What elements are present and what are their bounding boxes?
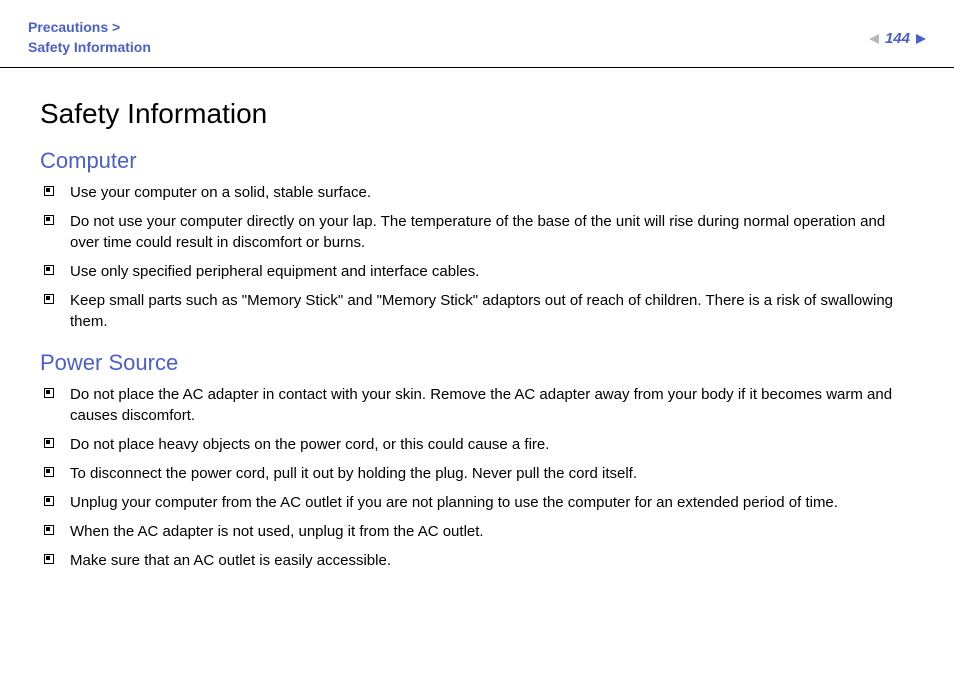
- list-item: Unplug your computer from the AC outlet …: [40, 492, 914, 513]
- list-item-text: Do not place heavy objects on the power …: [70, 436, 549, 453]
- list-item-text: To disconnect the power cord, pull it ou…: [70, 465, 637, 482]
- list-item-text: Make sure that an AC outlet is easily ac…: [70, 552, 391, 569]
- list-item: Do not use your computer directly on you…: [40, 211, 914, 253]
- bullet-icon: [44, 186, 54, 196]
- list-item-text: Do not use your computer directly on you…: [70, 213, 885, 251]
- page-navigation: 144: [869, 18, 926, 47]
- page-number: 144: [885, 30, 910, 47]
- list-item: When the AC adapter is not used, unplug …: [40, 521, 914, 542]
- list-item-text: Unplug your computer from the AC outlet …: [70, 494, 838, 511]
- prev-page-icon[interactable]: [869, 34, 879, 44]
- bullet-icon: [44, 525, 54, 535]
- breadcrumb-line-1: Precautions >: [28, 19, 120, 35]
- list-item: Use your computer on a solid, stable sur…: [40, 182, 914, 203]
- section-heading-power-source: Power Source: [40, 350, 914, 376]
- page-header: Precautions > Safety Information 144: [0, 0, 954, 68]
- computer-list: Use your computer on a solid, stable sur…: [40, 182, 914, 332]
- breadcrumb-line-2: Safety Information: [28, 39, 151, 55]
- list-item: Use only specified peripheral equipment …: [40, 261, 914, 282]
- list-item: Make sure that an AC outlet is easily ac…: [40, 550, 914, 571]
- list-item-text: Use your computer on a solid, stable sur…: [70, 184, 371, 201]
- bullet-icon: [44, 388, 54, 398]
- list-item-text: Use only specified peripheral equipment …: [70, 263, 479, 280]
- list-item-text: Keep small parts such as "Memory Stick" …: [70, 292, 893, 330]
- list-item: Keep small parts such as "Memory Stick" …: [40, 290, 914, 332]
- next-page-icon[interactable]: [916, 34, 926, 44]
- list-item-text: Do not place the AC adapter in contact w…: [70, 386, 892, 424]
- bullet-icon: [44, 467, 54, 477]
- list-item: To disconnect the power cord, pull it ou…: [40, 463, 914, 484]
- power-source-list: Do not place the AC adapter in contact w…: [40, 384, 914, 571]
- breadcrumb[interactable]: Precautions > Safety Information: [28, 18, 151, 57]
- list-item: Do not place heavy objects on the power …: [40, 434, 914, 455]
- section-heading-computer: Computer: [40, 148, 914, 174]
- bullet-icon: [44, 294, 54, 304]
- page-title: Safety Information: [40, 98, 914, 130]
- bullet-icon: [44, 438, 54, 448]
- list-item: Do not place the AC adapter in contact w…: [40, 384, 914, 426]
- bullet-icon: [44, 215, 54, 225]
- bullet-icon: [44, 496, 54, 506]
- list-item-text: When the AC adapter is not used, unplug …: [70, 523, 484, 540]
- page-content: Safety Information Computer Use your com…: [0, 68, 954, 571]
- bullet-icon: [44, 554, 54, 564]
- bullet-icon: [44, 265, 54, 275]
